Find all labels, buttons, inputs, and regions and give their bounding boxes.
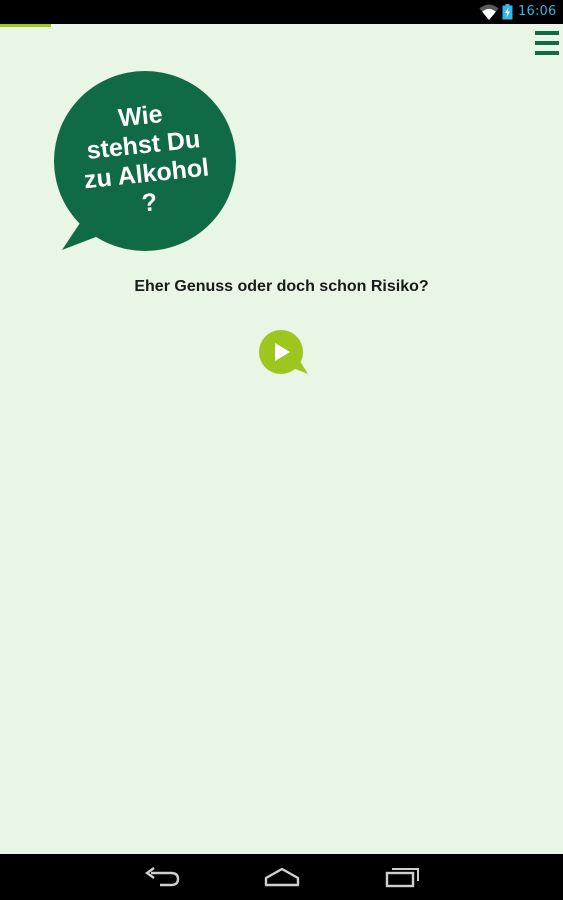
back-icon[interactable] [142, 864, 182, 890]
subtitle-question: Eher Genuss oder doch schon Risiko? [134, 278, 429, 295]
page-title: Wie stehst Du zu Alkohol ? [54, 93, 235, 226]
recent-apps-icon[interactable] [382, 864, 422, 890]
play-icon [259, 330, 308, 374]
progress-indicator [0, 24, 51, 27]
hamburger-menu-icon [535, 31, 559, 55]
menu-button[interactable] [534, 30, 560, 58]
navigation-bar [0, 854, 563, 900]
battery-charging-icon [502, 4, 513, 20]
home-icon[interactable] [262, 864, 302, 890]
play-button[interactable] [258, 328, 310, 376]
status-clock: 16:06 [518, 4, 557, 19]
status-bar: 16:06 [0, 0, 563, 24]
wifi-icon [479, 4, 499, 20]
title-speech-bubble: Wie stehst Du zu Alkohol ? [52, 70, 252, 255]
app-screen: 16:06 Wie stehst Du zu Alkohol ? Eher Ge… [0, 0, 563, 900]
